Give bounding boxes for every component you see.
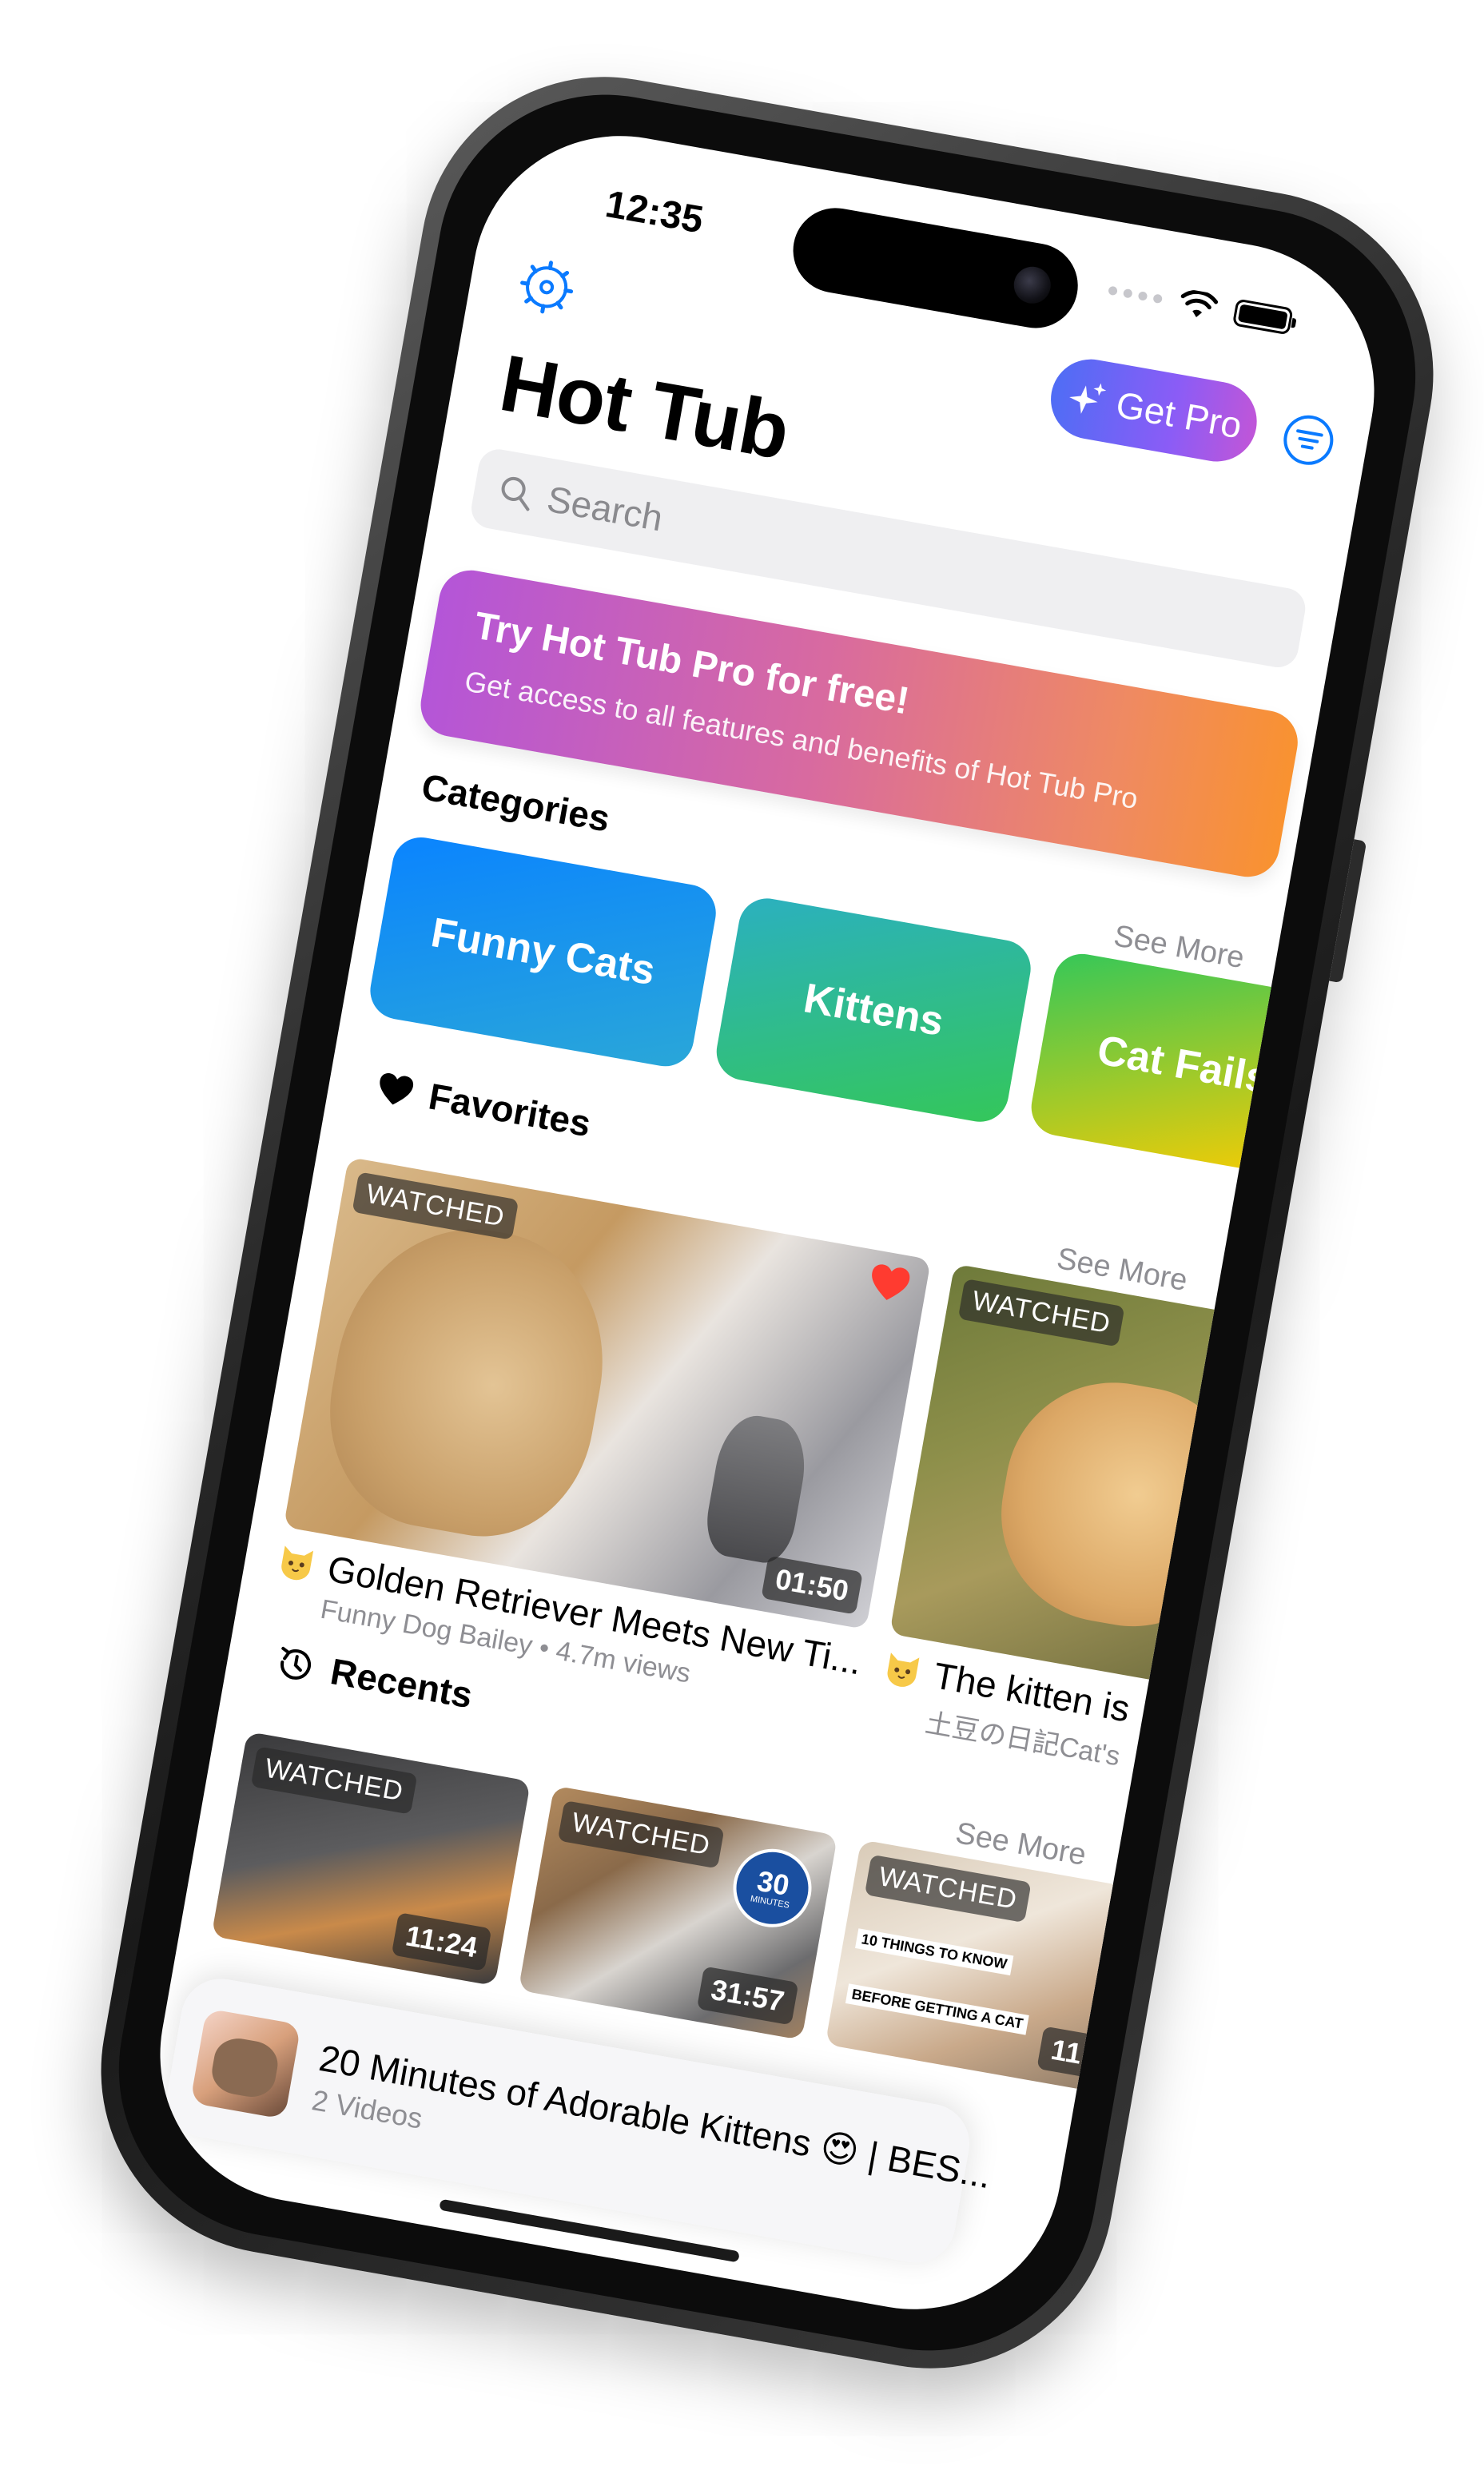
recent-video-card[interactable]: WATCHED 10 THINGS TO KNOW BEFORE GETTING…	[825, 1840, 1145, 2094]
watched-badge: WATCHED	[864, 1854, 1032, 1923]
battery-icon	[1231, 298, 1294, 336]
now-playing-info: 20 Minutes of Adorable Kittens 😍 | BES..…	[309, 2036, 994, 2234]
kitten-shape	[701, 1410, 813, 1567]
heart-icon	[380, 1073, 414, 1105]
video-thumbnail: WATCHED 11:24	[211, 1731, 531, 1987]
watched-badge: WATCHED	[250, 1746, 418, 1815]
video-thumbnail: WATCHED 30 MINUTES 31:57	[518, 1785, 838, 2041]
favorite-heart-icon[interactable]	[865, 1261, 913, 1306]
dog-shape	[311, 1208, 624, 1553]
cat-face-icon	[281, 1545, 314, 1581]
status-time: 12:35	[602, 183, 706, 242]
thirty-minutes-badge: 30 MINUTES	[726, 1843, 818, 1934]
search-icon	[501, 476, 530, 511]
get-pro-label: Get Pro	[1112, 383, 1245, 447]
category-cat-fails[interactable]: Cat Fails	[1026, 949, 1359, 1183]
kittens-shape	[208, 2034, 281, 2101]
recent-video-card[interactable]: WATCHED 30 MINUTES 31:57	[518, 1785, 838, 2041]
now-playing-thumbnail	[189, 2008, 301, 2120]
camera-icon	[1011, 264, 1054, 307]
video-duration: 31:57	[696, 1966, 799, 2026]
category-kittens[interactable]: Kittens	[712, 893, 1036, 1127]
favorites-heading: Favorites	[373, 1065, 594, 1145]
watched-badge: WATCHED	[557, 1800, 725, 1869]
thumb-caption: BEFORE GETTING A CAT	[845, 1983, 1030, 2035]
wifi-icon	[1180, 289, 1219, 318]
kitten-shape	[984, 1365, 1263, 1644]
get-pro-button[interactable]: Get Pro	[1044, 352, 1263, 468]
filter-icon[interactable]	[1278, 410, 1339, 471]
dynamic-island	[786, 201, 1085, 335]
categories-label: Categories	[418, 766, 613, 840]
video-duration: 01:50	[761, 1555, 863, 1615]
side-button	[1329, 839, 1367, 984]
video-duration: 11:24	[391, 1912, 492, 1971]
video-thumbnail: WATCHED 10 THINGS TO KNOW BEFORE GETTING…	[825, 1840, 1145, 2094]
search-placeholder: Search	[543, 477, 666, 539]
recents-heading: Recents	[273, 1640, 476, 1716]
video-thumbnail: WATCHED	[889, 1263, 1301, 1695]
video-duration: 11:	[1036, 2026, 1106, 2080]
watched-badge: WATCHED	[352, 1171, 519, 1240]
cat-face-icon	[887, 1653, 920, 1687]
category-label: Cat Fails	[1093, 1027, 1273, 1103]
sparkles-icon	[1068, 383, 1106, 414]
category-label: Kittens	[800, 975, 948, 1045]
history-icon	[280, 1646, 311, 1680]
category-label: Funny Cats	[428, 909, 659, 995]
phone-device: 12:35 Get Pro Hot Tub Search Try Hot Tub…	[72, 47, 1462, 2398]
device-bezel: 12:35 Get Pro Hot Tub Search Try Hot Tub…	[92, 68, 1442, 2377]
status-icons	[1106, 276, 1294, 336]
favorites-label: Favorites	[425, 1075, 595, 1145]
recents-label: Recents	[327, 1650, 476, 1716]
thumb-caption: 10 THINGS TO KNOW	[855, 1928, 1014, 1976]
category-funny-cats[interactable]: Funny Cats	[365, 833, 721, 1072]
gear-icon[interactable]	[515, 255, 579, 320]
signal-icon	[1108, 285, 1164, 304]
favorite-video-card[interactable]: WATCHED 01:50 Golden Retriever Meets New…	[268, 1156, 932, 1719]
recent-video-card[interactable]: WATCHED 11:24	[211, 1731, 531, 1987]
stage: 12:35 Get Pro Hot Tub Search Try Hot Tub…	[0, 0, 1484, 2474]
watched-badge: WATCHED	[957, 1279, 1125, 1347]
phone-screen: 12:35 Get Pro Hot Tub Search Try Hot Tub…	[137, 112, 1398, 2333]
favorite-video-card[interactable]: WATCHED The kitten is 土豆の日記Cat's	[873, 1263, 1301, 1792]
categories-heading: Categories	[419, 765, 614, 840]
